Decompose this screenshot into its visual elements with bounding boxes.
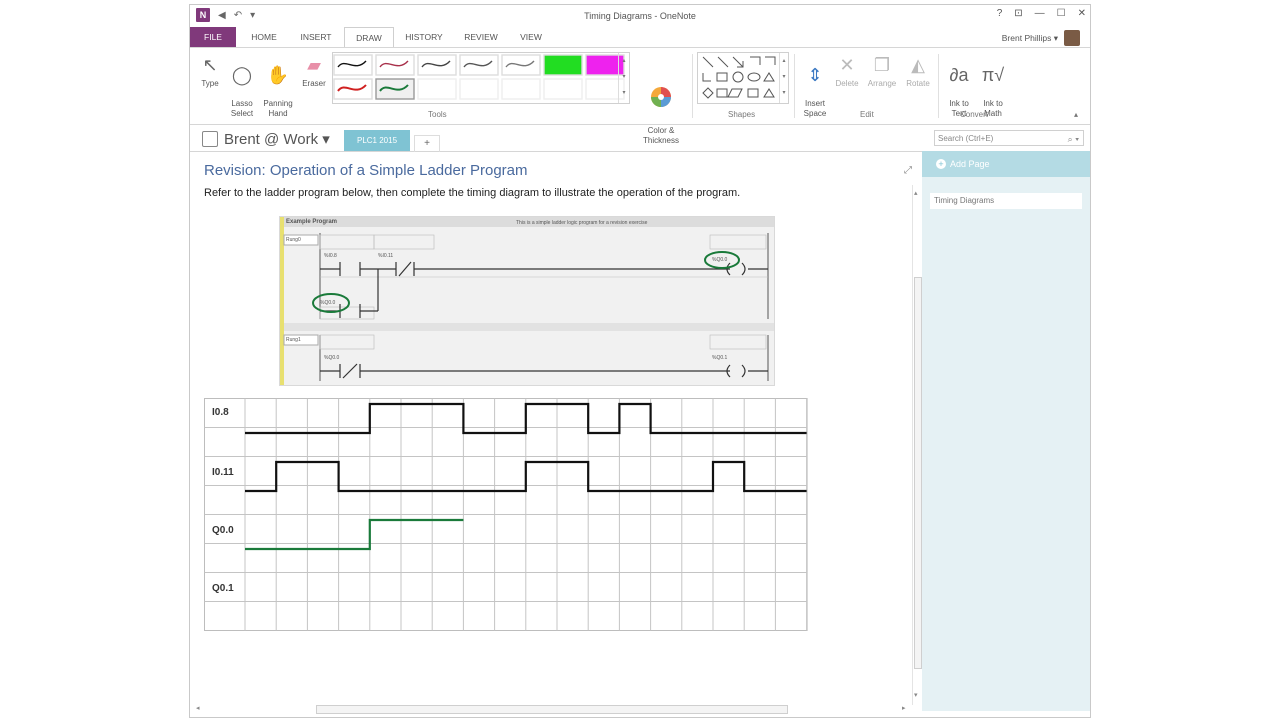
horizontal-scrollbar[interactable]: ◂ ▸: [194, 704, 912, 714]
type-button[interactable]: ↖ Type: [198, 54, 222, 89]
rotate-icon: ◭: [911, 55, 925, 75]
tab-file[interactable]: FILE: [190, 27, 236, 47]
pen-gallery-scroll[interactable]: ▴ ▾ ▾: [618, 53, 629, 103]
tab-view[interactable]: VIEW: [512, 27, 550, 47]
lasso-icon: ◯: [231, 65, 253, 85]
close-icon[interactable]: ✕: [1078, 8, 1086, 19]
group-label-edit: Edit: [860, 110, 874, 119]
timing-diagram: I0.8 I0.11 Q0.0 Q0.1: [204, 398, 809, 639]
ribbon-separator: [692, 54, 693, 118]
vertical-scrollbar[interactable]: ▴ ▾: [912, 185, 922, 705]
add-page-button[interactable]: + Add Page: [922, 151, 1090, 177]
hand-icon: ✋: [266, 65, 290, 85]
search-input[interactable]: Search (Ctrl+E) ⌕ ▾: [934, 130, 1084, 146]
contact-q0-0-label: %Q0.0: [320, 300, 336, 306]
arrange-button[interactable]: ❐ Arrange: [864, 54, 900, 89]
horizontal-scroll-thumb[interactable]: [316, 705, 788, 714]
minimize-icon[interactable]: —: [1035, 8, 1045, 19]
tab-history[interactable]: HISTORY: [400, 27, 448, 47]
pen-gallery: ▴ ▾ ▾: [332, 52, 630, 104]
coil-q0-1-label: %Q0.1: [712, 355, 728, 361]
add-section-button[interactable]: +: [414, 135, 440, 152]
help-icon[interactable]: ?: [997, 8, 1003, 19]
eraser-icon: ▰: [307, 55, 321, 75]
shapes-gallery-graphics: [702, 56, 776, 99]
group-label-shapes: Shapes: [728, 110, 756, 119]
ladder-diagram: [280, 217, 774, 385]
insert-space-icon: ⇕: [807, 65, 823, 85]
page-item[interactable]: Timing Diagrams: [930, 193, 1082, 209]
onenote-window: N ◀ ↶ ▾ Timing Diagrams - OneNote ? ⊡ — …: [189, 4, 1091, 718]
pen-gallery-graphics: [333, 54, 625, 100]
notebook-name: Brent @ Work ▾: [224, 131, 330, 148]
page-body-text[interactable]: Refer to the ladder program below, then …: [204, 185, 784, 202]
scroll-up-icon[interactable]: ▴: [914, 189, 918, 197]
vertical-scroll-thumb[interactable]: [914, 277, 922, 669]
ribbon-tabs: FILE HOME INSERT DRAW HISTORY REVIEW VIE…: [190, 27, 1090, 49]
contact-q0-0-rung1-label: %Q0.0: [324, 355, 340, 361]
ribbon-draw: ↖ Type ◯ Lasso Select ✋ Panning Hand ▰ E…: [190, 47, 1090, 145]
rotate-button[interactable]: ◭ Rotate: [902, 54, 934, 89]
delete-x-icon: ✕: [839, 55, 855, 75]
shapes-gallery-scroll[interactable]: ▴ ▾ ▾: [779, 53, 788, 103]
arrange-icon: ❐: [873, 55, 891, 75]
search-icon[interactable]: ⌕ ▾: [1068, 131, 1079, 147]
notebook-icon: [202, 131, 218, 147]
ladder-header: Example Program: [286, 219, 338, 225]
contact-i0-11-label: %I0.11: [378, 253, 394, 259]
ink-to-math-icon: π√: [981, 65, 1005, 85]
scroll-right-icon[interactable]: ▸: [902, 704, 906, 712]
lasso-select-button[interactable]: ◯ Lasso Select: [228, 54, 256, 119]
title-bar: N ◀ ↶ ▾ Timing Diagrams - OneNote ? ⊡ — …: [190, 5, 1090, 27]
contact-i0-8-label: %I0.8: [324, 253, 337, 259]
shapes-gallery: ▴ ▾ ▾: [697, 52, 789, 104]
delete-button[interactable]: ✕ Delete: [832, 54, 862, 89]
signal-label-i0-11: I0.11: [212, 467, 234, 478]
user-account[interactable]: Brent Phillips ▾: [1002, 27, 1080, 49]
full-page-view-icon[interactable]: ⤢: [904, 165, 912, 176]
section-tab[interactable]: PLC1 2015: [344, 130, 410, 151]
tab-insert[interactable]: INSERT: [294, 27, 338, 47]
ribbon-separator: [794, 54, 795, 118]
signal-label-q0-0: Q0.0: [212, 525, 234, 536]
tab-draw[interactable]: DRAW: [344, 27, 394, 48]
rung0-label: Rung0: [286, 237, 301, 243]
group-label-convert: Convert: [960, 110, 989, 119]
avatar: [1064, 30, 1080, 46]
collapse-ribbon-icon[interactable]: ▴: [1074, 110, 1078, 119]
tab-home[interactable]: HOME: [244, 27, 284, 47]
coil-q0-0-label: %Q0.0: [712, 257, 728, 263]
signal-label-q0-1: Q0.1: [212, 583, 234, 594]
group-label-tools: Tools: [428, 110, 447, 119]
ribbon-separator: [938, 54, 939, 118]
notebook-selector[interactable]: Brent @ Work ▾: [202, 130, 330, 148]
ribbon-display-icon[interactable]: ⊡: [1014, 8, 1022, 19]
signal-label-i0-8: I0.8: [212, 407, 229, 418]
notebook-bar: Brent @ Work ▾ PLC1 2015 + Search (Ctrl+…: [190, 125, 1090, 152]
maximize-icon[interactable]: ☐: [1057, 8, 1066, 19]
rung1-label: Rung1: [286, 337, 301, 343]
scroll-left-icon[interactable]: ◂: [196, 704, 200, 712]
page-title[interactable]: Revision: Operation of a Simple Ladder P…: [204, 162, 528, 179]
eraser-button[interactable]: ▰ Eraser: [300, 54, 328, 89]
add-page-icon: +: [936, 159, 946, 169]
tab-review[interactable]: REVIEW: [458, 27, 504, 47]
ladder-program-image: Example Program This is a simple ladder …: [279, 216, 775, 386]
page-list-pane: + Add Page Timing Diagrams: [922, 151, 1090, 711]
window-controls: ? ⊡ — ☐ ✕: [997, 8, 1086, 19]
insert-space-button[interactable]: ⇕ Insert Space: [798, 54, 832, 119]
color-palette-icon: [636, 64, 686, 113]
type-cursor-icon: ↖: [202, 55, 218, 75]
scroll-down-icon[interactable]: ▾: [914, 691, 918, 699]
panning-hand-button[interactable]: ✋ Panning Hand: [260, 54, 296, 119]
window-title: Timing Diagrams - OneNote: [584, 11, 696, 21]
timing-grid[interactable]: [204, 398, 809, 634]
ink-to-text-icon: ∂a: [949, 65, 969, 85]
user-name: Brent Phillips ▾: [1001, 32, 1058, 43]
ladder-description: This is a simple ladder logic program fo…: [516, 220, 648, 226]
